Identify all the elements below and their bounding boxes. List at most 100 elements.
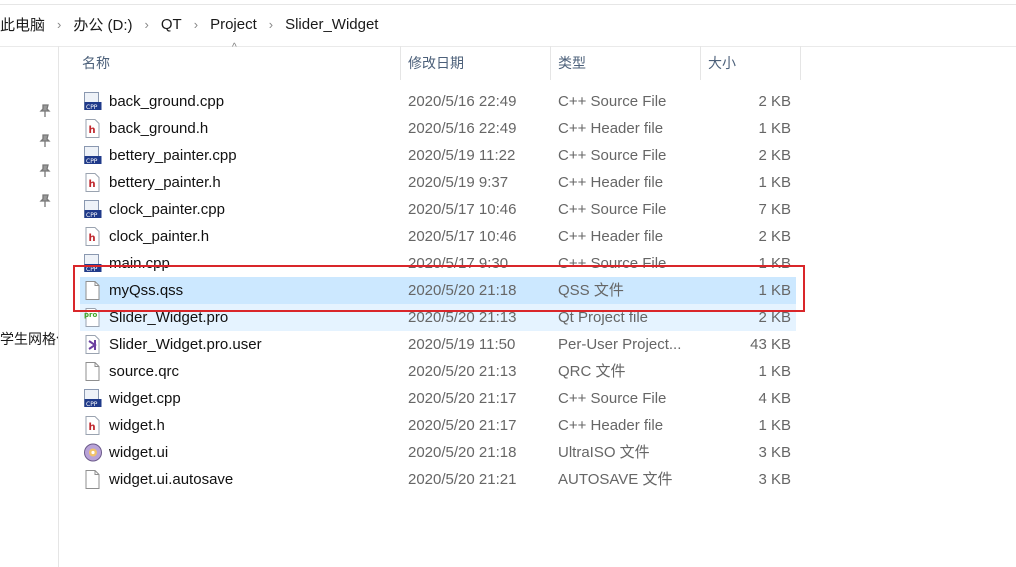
pin-icon[interactable]: [38, 134, 52, 148]
column-divider[interactable]: [700, 46, 701, 80]
pin-icon[interactable]: [38, 164, 52, 178]
pin-icon[interactable]: [38, 194, 52, 208]
nav-item-partial-label[interactable]: 学生网格化: [0, 329, 58, 349]
svg-text:h: h: [89, 422, 96, 433]
cpp-file-icon: CPP: [84, 146, 102, 165]
column-header-type[interactable]: 类型: [558, 46, 700, 80]
file-row[interactable]: source.qrc 2020/5/20 21:13 QRC 文件 1 KB: [80, 358, 796, 385]
svg-text:CPP: CPP: [86, 158, 98, 165]
highlight-annotation-box: [73, 265, 805, 312]
file-name: clock_painter.cpp: [109, 201, 225, 218]
header-file-icon: h: [84, 227, 102, 246]
column-divider[interactable]: [800, 46, 801, 80]
address-bar-top-border: [0, 4, 1016, 5]
file-row[interactable]: h back_ground.h 2020/5/16 22:49 C++ Header …: [80, 115, 796, 142]
file-size: 1 KB: [758, 417, 791, 434]
file-type: C++ Header file: [558, 120, 664, 137]
file-type: C++ Header file: [558, 174, 664, 191]
column-header-date[interactable]: 修改日期: [408, 46, 550, 80]
file-name: bettery_painter.cpp: [109, 147, 237, 164]
file-size: 1 KB: [758, 120, 791, 137]
file-type: UltraISO 文件: [558, 444, 650, 461]
file-size: 1 KB: [758, 363, 791, 380]
file-name: back_ground.cpp: [109, 93, 225, 110]
breadcrumb-chevron-icon[interactable]: ›: [57, 17, 61, 32]
file-date: 2020/5/17 10:46: [408, 201, 517, 218]
file-date: 2020/5/20 21:17: [408, 390, 517, 407]
column-divider[interactable]: [550, 46, 551, 80]
file-size: 2 KB: [758, 228, 791, 245]
svg-text:CPP: CPP: [86, 212, 98, 219]
file-row[interactable]: h bettery_painter.h 2020/5/19 9:37 C++ Head…: [80, 169, 796, 196]
file-date: 2020/5/20 21:17: [408, 417, 517, 434]
file-date: 2020/5/19 11:22: [408, 147, 516, 164]
file-type: C++ Source File: [558, 93, 667, 110]
file-name: bettery_painter.h: [109, 174, 221, 191]
header-file-icon: h: [84, 173, 102, 192]
file-size: 2 KB: [758, 93, 791, 110]
file-type: QRC 文件: [558, 363, 626, 380]
file-date: 2020/5/20 21:13: [408, 363, 517, 380]
breadcrumb-chevron-icon[interactable]: ›: [194, 17, 198, 32]
file-name: Slider_Widget.pro.user: [109, 336, 262, 353]
file-date: 2020/5/20 21:21: [408, 471, 517, 488]
file-row[interactable]: CPP clock_painter.cpp 2020/5/17 10:46 C++ S…: [80, 196, 796, 223]
file-type: C++ Source File: [558, 390, 667, 407]
file-row[interactable]: widget.ui 2020/5/20 21:18 UltraISO 文件 3 KB: [80, 439, 796, 466]
file-name: back_ground.h: [109, 120, 209, 137]
file-row[interactable]: CPP bettery_painter.cpp 2020/5/19 11:22 C++…: [80, 142, 796, 169]
file-type: C++ Header file: [558, 228, 664, 245]
svg-text:CPP: CPP: [86, 401, 98, 408]
svg-text:h: h: [89, 125, 96, 136]
file-date: 2020/5/16 22:49: [408, 93, 517, 110]
cpp-file-icon: CPP: [84, 200, 102, 219]
file-row[interactable]: h widget.h 2020/5/20 21:17 C++ Header file 1…: [80, 412, 796, 439]
file-row[interactable]: CPP widget.cpp 2020/5/20 21:17 C++ Source F…: [80, 385, 796, 412]
file-date: 2020/5/19 9:37: [408, 174, 509, 191]
column-header-size[interactable]: 大小: [708, 46, 800, 80]
file-name: widget.ui.autosave: [109, 471, 234, 488]
breadcrumb: 此电脑 › 办公 (D:) › QT › Project › Slider_Wi…: [0, 14, 378, 34]
disc-image-icon: [84, 443, 102, 462]
breadcrumb-this-pc[interactable]: 此电脑: [0, 14, 45, 35]
file-size: 3 KB: [758, 471, 791, 488]
file-row[interactable]: Slider_Widget.pro.user 2020/5/19 11:50 Per…: [80, 331, 796, 358]
visual-studio-icon: [84, 335, 102, 354]
file-size: 3 KB: [758, 444, 791, 461]
address-bar[interactable]: 此电脑 › 办公 (D:) › QT › Project › Slider_Wi…: [0, 0, 1016, 47]
breadcrumb-slider-widget[interactable]: Slider_Widget: [285, 16, 378, 33]
column-divider[interactable]: [400, 46, 401, 80]
breadcrumb-drive-d[interactable]: 办公 (D:): [73, 14, 132, 35]
svg-text:h: h: [89, 179, 96, 190]
cpp-file-icon: CPP: [84, 92, 102, 111]
breadcrumb-chevron-icon[interactable]: ›: [145, 17, 149, 32]
file-size: 4 KB: [758, 390, 791, 407]
file-name: source.qrc: [109, 363, 180, 380]
file-name: widget.cpp: [109, 390, 181, 407]
breadcrumb-chevron-icon[interactable]: ›: [269, 17, 273, 32]
file-name: widget.ui: [109, 444, 169, 461]
pin-icon[interactable]: [38, 104, 52, 118]
breadcrumb-project[interactable]: Project: [210, 16, 257, 33]
file-size: 7 KB: [758, 201, 791, 218]
file-row[interactable]: widget.ui.autosave 2020/5/20 21:21 AUTOSAV…: [80, 466, 796, 493]
file-name: clock_painter.h: [109, 228, 210, 245]
file-type: C++ Header file: [558, 417, 664, 434]
svg-text:h: h: [89, 233, 96, 244]
navigation-pane: 学生网格化: [0, 46, 59, 567]
file-row[interactable]: CPP back_ground.cpp 2020/5/16 22:49 C++ Sou…: [80, 88, 796, 115]
breadcrumb-qt[interactable]: QT: [161, 16, 182, 33]
file-name: widget.h: [109, 417, 165, 434]
file-type: C++ Source File: [558, 201, 667, 218]
file-date: 2020/5/19 11:50: [408, 336, 516, 353]
file-row[interactable]: h clock_painter.h 2020/5/17 10:46 C++ Heade…: [80, 223, 796, 250]
file-type: AUTOSAVE 文件: [558, 471, 673, 488]
file-date: 2020/5/20 21:18: [408, 444, 517, 461]
file-type: Per-User Project...: [558, 336, 682, 353]
file-size: 2 KB: [758, 147, 791, 164]
column-header-name[interactable]: 名称: [82, 46, 400, 80]
header-file-icon: h: [84, 416, 102, 435]
file-date: 2020/5/17 10:46: [408, 228, 517, 245]
blank-file-icon: [84, 470, 102, 489]
file-date: 2020/5/16 22:49: [408, 120, 517, 137]
